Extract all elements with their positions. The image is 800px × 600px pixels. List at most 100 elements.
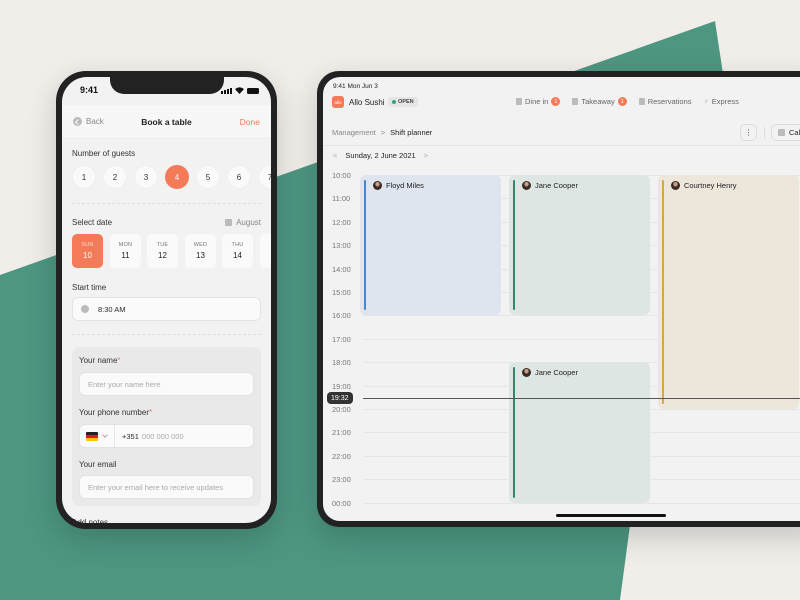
calendar-icon [778, 129, 785, 136]
tablet-device: 9:41 Mon Jun 3 allo Allo Sushi OPEN Dine… [317, 71, 800, 527]
name-label: Your name* [79, 356, 121, 365]
phone-placeholder: 000 000 000 [141, 431, 184, 441]
guest-option-4-selected[interactable]: 4 [165, 165, 189, 189]
name-input[interactable]: Enter your name here [79, 372, 254, 396]
day-name: WED [193, 242, 208, 248]
day-name: SUN [81, 242, 94, 248]
calendar-icon [225, 219, 233, 226]
phone-device: 9:41 Back Book a table Done Number of gu… [56, 71, 277, 529]
guest-option-5[interactable]: 5 [196, 165, 220, 189]
nav-takeaway[interactable]: Takeaway 1 [572, 97, 627, 106]
open-status-text: OPEN [398, 99, 414, 105]
name-placeholder: Enter your name here [88, 379, 161, 389]
hour-label: 21:00 [332, 428, 351, 438]
shift-block[interactable]: Jane Cooper [509, 175, 650, 316]
avatar [522, 181, 531, 190]
shift-block[interactable]: Floyd Miles [360, 175, 501, 316]
hour-label: 11:00 [332, 194, 351, 204]
guest-option-7[interactable]: 7 [258, 165, 271, 189]
current-time-line [363, 398, 800, 400]
next-day-button[interactable]: > [424, 151, 428, 160]
shift-color-bar [364, 180, 366, 311]
shift-employee: Jane Cooper [522, 181, 578, 190]
guest-option-1[interactable]: 1 [72, 165, 96, 189]
nav-label: Dine in [525, 97, 549, 106]
count-badge: 1 [551, 97, 561, 106]
phone-nav-bar: Back Book a table Done [62, 105, 271, 139]
shift-block[interactable]: Courtney Henry [658, 175, 799, 409]
contact-form: Your name* Enter your name here Your pho… [72, 347, 261, 506]
shift-block[interactable]: Jane Cooper [509, 362, 650, 503]
divider [72, 334, 261, 335]
breadcrumb-current: Shift planner [390, 128, 433, 137]
guest-option-6[interactable]: 6 [227, 165, 251, 189]
day-number: 12 [158, 251, 167, 260]
breadcrumb: Management > Shift planner [332, 128, 432, 137]
day-option-selected[interactable]: SUN 10 [72, 234, 103, 268]
hour-label: 17:00 [332, 334, 351, 344]
more-options-button[interactable]: ⋮ [740, 124, 757, 141]
add-notes-label: Add notes [72, 518, 109, 523]
status-time: 9:41 [80, 85, 99, 95]
month-picker[interactable]: August [225, 218, 261, 227]
shift-employee: Jane Cooper [522, 368, 578, 378]
email-label: Your email [79, 460, 117, 469]
calendar-button[interactable]: Calendar [771, 124, 800, 141]
nav-dine-in[interactable]: Dine in 1 [516, 97, 561, 106]
breadcrumb-parent[interactable]: Management [332, 128, 376, 137]
hour-label: 15:00 [332, 288, 351, 297]
divider [72, 203, 261, 204]
day-option[interactable]: THU 14 [222, 234, 253, 268]
bolt-icon: ⚡ [703, 97, 709, 106]
nav-label: Takeaway [581, 97, 615, 106]
top-nav: Dine in 1 Takeaway 1 Reservations ⚡ Expr… [516, 97, 739, 106]
guest-option-3[interactable]: 3 [134, 165, 158, 189]
hour-label: 20:00 [332, 405, 351, 414]
day-option[interactable]: WED 13 [185, 234, 216, 268]
current-date: Sunday, 2 June 2021 [345, 151, 416, 160]
guest-option-2[interactable]: 2 [103, 165, 127, 189]
day-option[interactable]: TUE 12 [147, 234, 178, 268]
select-date-label: Select date [72, 218, 113, 227]
day-name: THU [231, 242, 244, 248]
book-icon [638, 98, 645, 105]
nav-reservations[interactable]: Reservations [638, 97, 692, 106]
phone-input[interactable]: +351 000 000 000 [79, 424, 254, 448]
chevron-down-icon[interactable] [102, 432, 108, 438]
home-indicator [556, 514, 666, 517]
hour-label: 19:00 [332, 381, 351, 391]
tablet-screen: 9:41 Mon Jun 3 allo Allo Sushi OPEN Dine… [323, 77, 800, 521]
count-badge: 1 [617, 97, 627, 106]
day-option[interactable]: MON 11 [110, 234, 141, 268]
shift-color-bar [513, 180, 515, 311]
hour-label: 12:00 [332, 217, 351, 227]
status-dot-icon [392, 100, 396, 104]
hour-label: 10:00 [332, 171, 351, 180]
nav-label: Reservations [647, 97, 692, 106]
shift-employee: Courtney Henry [671, 181, 737, 190]
email-input[interactable]: Enter your email here to receive updates [79, 475, 254, 499]
wifi-icon [235, 87, 244, 94]
current-time-badge: 19:32 [327, 392, 353, 405]
prev-day-button[interactable]: < [333, 151, 337, 160]
start-time-label: Start time [72, 283, 107, 292]
phone-label: Your phone number* [79, 408, 153, 417]
brand-name: Allo Sushi [349, 98, 385, 107]
germany-flag-icon [86, 431, 98, 441]
shift-employee: Floyd Miles [373, 181, 424, 190]
hour-label: 00:00 [332, 498, 351, 508]
phone-prefix: +351 [122, 431, 139, 441]
cutlery-icon [516, 98, 522, 105]
nav-express[interactable]: ⚡ Express [704, 97, 739, 106]
start-time-value: 8:30 AM [98, 304, 126, 314]
day-number: 10 [83, 251, 92, 260]
hour-label: 23:00 [332, 475, 351, 485]
done-button[interactable]: Done [240, 117, 260, 127]
start-time-field[interactable]: 8:30 AM [72, 297, 261, 321]
day-name: MON [118, 242, 133, 248]
day-option-partial[interactable] [260, 234, 271, 268]
clock-icon [81, 305, 89, 313]
divider [323, 145, 800, 146]
hour-label: 16:00 [332, 311, 351, 321]
avatar [522, 368, 531, 378]
